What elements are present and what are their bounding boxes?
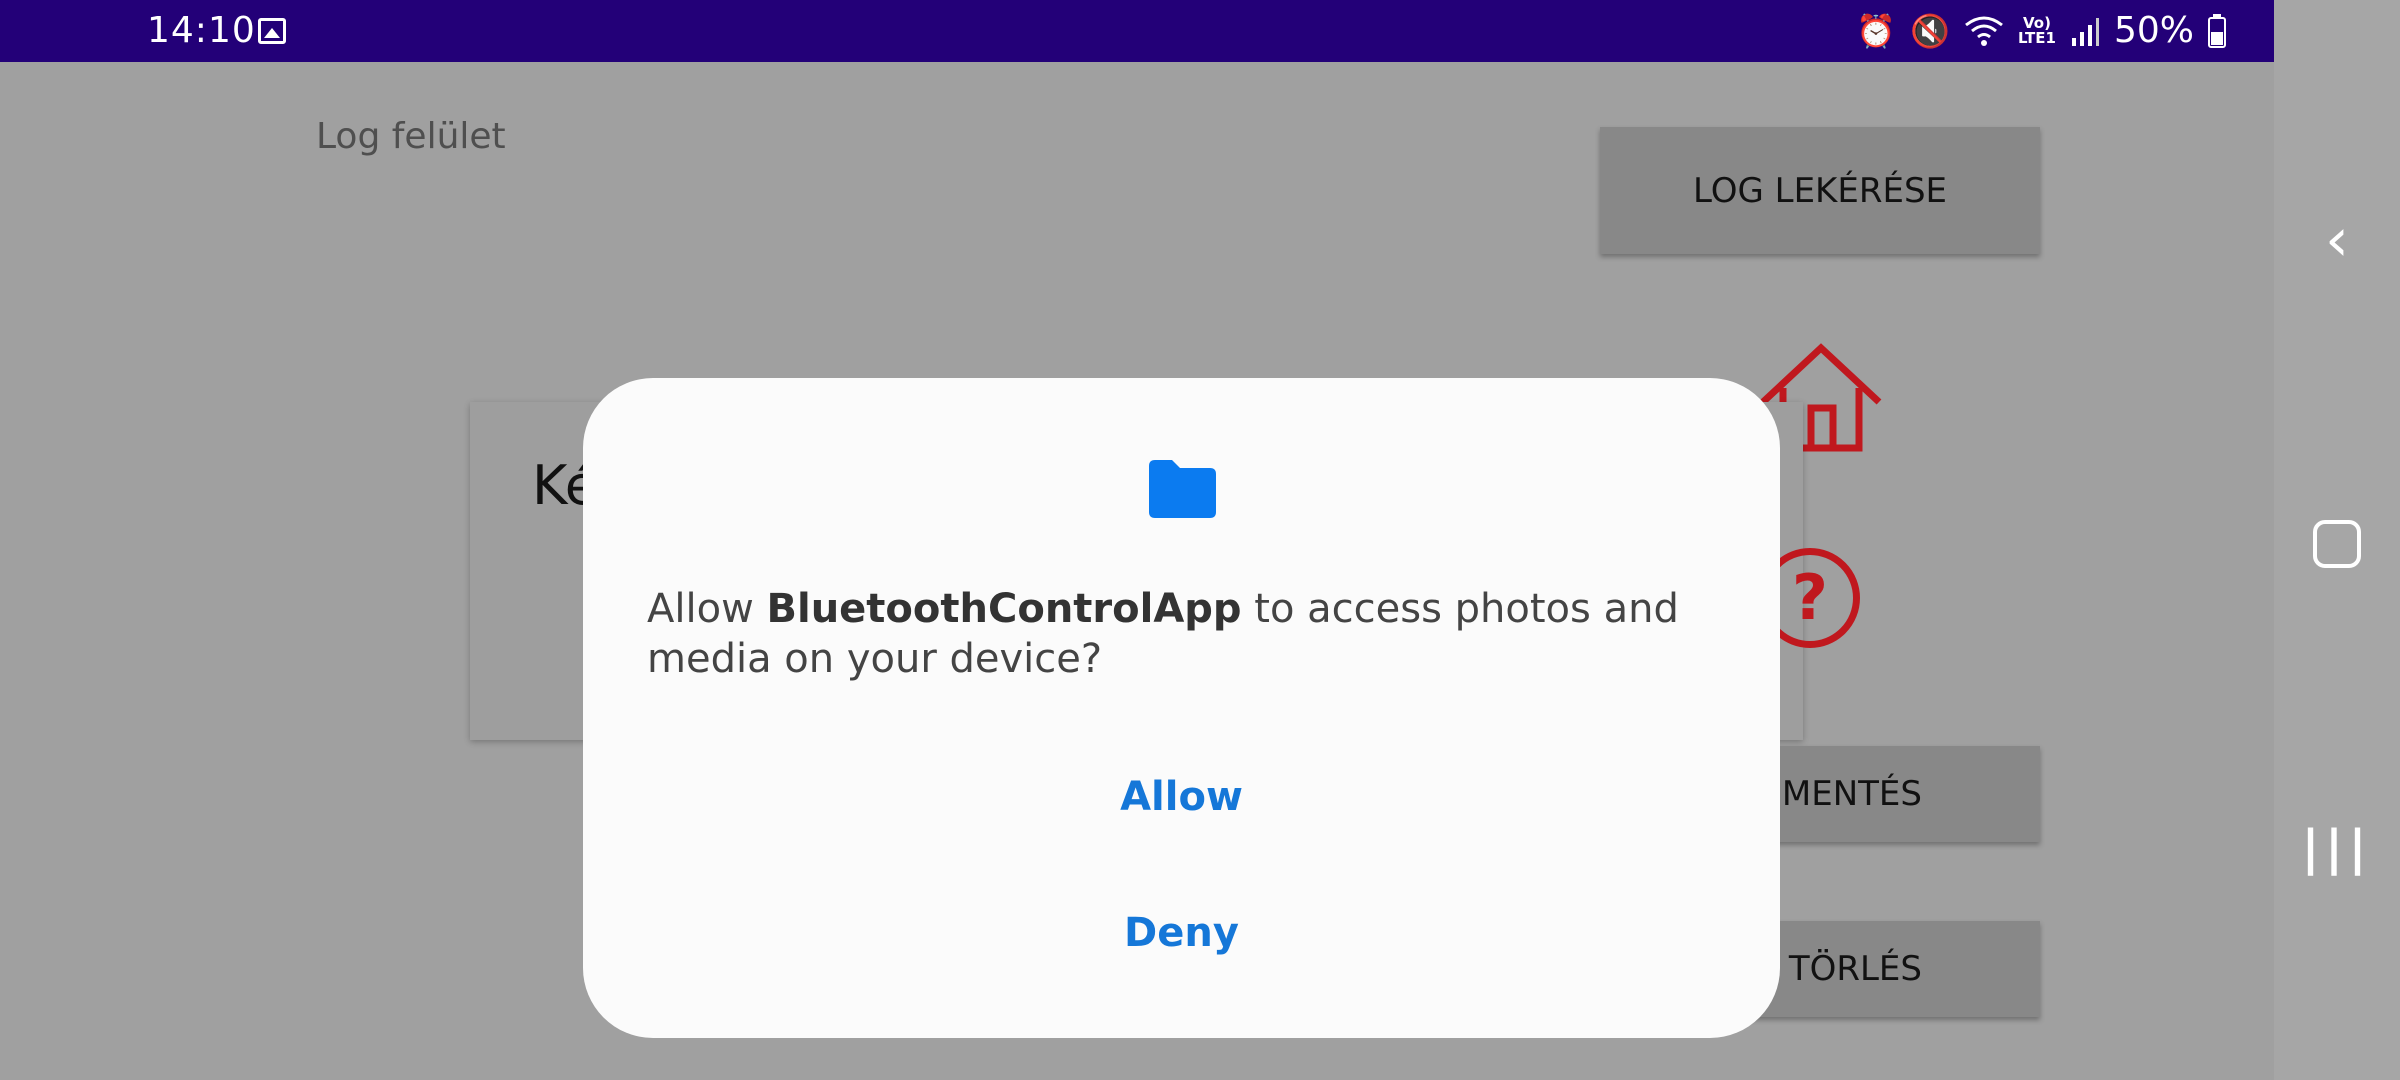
battery-percent: 50%: [2113, 10, 2194, 51]
deny-button[interactable]: Deny: [583, 910, 1780, 956]
folder-icon: [1149, 460, 1216, 518]
status-icons: ⏰ 🔇 Vo) LTE1 50%: [1856, 10, 2226, 51]
battery-icon: [2208, 13, 2226, 48]
permission-dialog: Allow BluetoothControlApp to access phot…: [583, 378, 1780, 1038]
back-icon[interactable]: ‹: [2274, 205, 2400, 275]
alarm-icon: ⏰: [1856, 11, 1897, 50]
status-time: 14:10: [147, 10, 256, 51]
mute-icon: 🔇: [1910, 11, 1950, 50]
gallery-icon: [258, 18, 286, 44]
home-nav-icon[interactable]: [2274, 520, 2400, 572]
recent-apps-icon[interactable]: |||: [2274, 820, 2400, 876]
screen-title: Log felület: [316, 116, 506, 157]
wifi-icon: [1965, 16, 2003, 46]
navigation-bar: ‹ |||: [2274, 0, 2400, 1080]
dialog-message: Allow BluetoothControlApp to access phot…: [647, 586, 1679, 682]
app-name: BluetoothControlApp: [766, 586, 1242, 632]
log-request-button[interactable]: LOG LEKÉRÉSE: [1600, 127, 2040, 254]
status-bar: 14:10 ⏰ 🔇 Vo) LTE1 50%: [0, 0, 2274, 62]
allow-button[interactable]: Allow: [583, 774, 1780, 820]
signal-icon: [2071, 17, 2099, 46]
network-type-label: Vo) LTE1: [2017, 13, 2056, 47]
